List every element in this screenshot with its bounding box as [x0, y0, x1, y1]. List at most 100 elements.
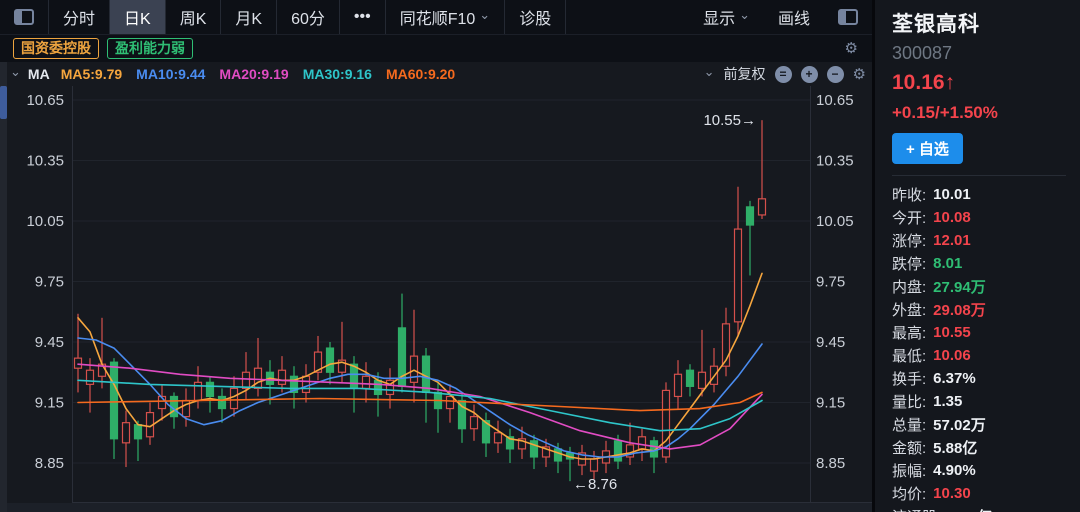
y-axis-label-right: 10.05	[816, 213, 854, 230]
panel-toggle-button[interactable]	[824, 0, 872, 34]
more-periods-button[interactable]: •••	[340, 0, 386, 34]
zoom-out-button[interactable]: −	[827, 66, 844, 83]
candle-body	[219, 396, 226, 408]
candle-body	[327, 348, 334, 372]
current-price: 10.16↑	[892, 71, 1074, 95]
stat-label: 跌停:	[892, 253, 926, 274]
y-axis-label-right: 9.45	[816, 334, 845, 351]
stock-tags: 国资委控股盈利能力弱	[13, 38, 193, 59]
y-axis-label-right: 10.65	[816, 92, 854, 109]
ma-value-ma10: MA10:9.44	[136, 66, 205, 82]
stock-tag[interactable]: 国资委控股	[13, 38, 99, 59]
f10-label: 同花顺F10	[400, 5, 476, 29]
candle-body	[687, 370, 694, 386]
stat-value: 29.08万	[933, 299, 986, 320]
candle-body	[555, 449, 562, 461]
stat-value: 10.01	[933, 186, 971, 203]
draw-line-button[interactable]: 画线	[764, 0, 824, 34]
stat-value: 10.08	[933, 209, 971, 226]
tab-monthly-k[interactable]: 月K	[221, 0, 277, 34]
panel-left-icon	[14, 9, 34, 25]
sidebar-toggle-button[interactable]	[0, 0, 49, 34]
tag-row: 国资委控股盈利能力弱 ⚙	[0, 35, 872, 62]
y-axis-label-left: 10.65	[26, 92, 64, 109]
stat-label: 换手:	[892, 368, 926, 389]
stat-value: 10.55	[933, 324, 971, 341]
ma-values: MA5:9.79MA10:9.44MA20:9.19MA30:9.16MA60:…	[61, 66, 456, 82]
candle-body	[411, 356, 418, 382]
y-axis-label-left: 9.45	[35, 334, 64, 351]
price-change: +0.15/+1.50%	[892, 103, 1074, 123]
ma-value-ma30: MA30:9.16	[303, 66, 372, 82]
stat-value: 4.90%	[933, 462, 976, 479]
tab-weekly-k[interactable]: 周K	[166, 0, 222, 34]
stock-code: 300087	[892, 43, 1074, 64]
stat-row: 量比: 1.35	[892, 390, 1074, 413]
candle-body	[495, 433, 502, 443]
stat-value: 1.35	[933, 393, 962, 410]
candle-body	[699, 372, 706, 388]
candle-body	[303, 376, 310, 392]
candle-body	[87, 370, 94, 384]
tab-60min[interactable]: 60分	[277, 0, 340, 34]
settings-gear-icon[interactable]: ⚙	[845, 41, 858, 56]
stock-tag[interactable]: 盈利能力弱	[107, 38, 193, 59]
kline-chart[interactable]: 10.6510.6510.3510.3510.0510.059.759.759.…	[0, 86, 872, 503]
y-axis-label-left: 10.35	[26, 153, 64, 170]
stat-value: 12.01	[933, 232, 971, 249]
ma-line-ma10	[78, 338, 762, 457]
candle-body	[363, 376, 370, 388]
candle-body	[255, 368, 262, 388]
adjust-mode-button[interactable]: 前复权	[724, 64, 766, 84]
period-tabs: 分时日K周K月K60分	[49, 0, 340, 34]
panel-right-icon	[838, 9, 858, 25]
ma-value-ma60: MA60:9.20	[386, 66, 455, 82]
candle-body	[615, 441, 622, 461]
candle-body	[747, 207, 754, 225]
stat-label: 总量:	[892, 414, 926, 435]
stat-value: 5.88亿	[933, 437, 977, 458]
candle-body	[639, 437, 646, 449]
scrollbar-thumb[interactable]	[0, 86, 7, 119]
candle-body	[111, 362, 118, 439]
zoom-in-button[interactable]: +	[801, 66, 818, 83]
stat-label: 最低:	[892, 345, 926, 366]
stock-name: 荃银高科	[892, 8, 1074, 38]
ma-legend-row: ⌄ MA MA5:9.79MA10:9.44MA20:9.19MA30:9.16…	[0, 62, 872, 86]
ma-value-ma20: MA20:9.19	[219, 66, 288, 82]
candle-body	[243, 372, 250, 388]
stat-row: 均价:10.30	[892, 482, 1074, 505]
stat-value: 10.06	[933, 347, 971, 364]
candle-body	[375, 380, 382, 394]
stat-row: 外盘:29.08万	[892, 298, 1074, 321]
stat-row: 跌停:8.01	[892, 252, 1074, 275]
price-annotation: 10.55→	[703, 112, 756, 129]
stat-row: 今开:10.08	[892, 206, 1074, 229]
stat-row: 昨收:10.01	[892, 183, 1074, 206]
stat-value: 6.37%	[933, 370, 976, 387]
candle-body	[75, 358, 82, 368]
tab-minute[interactable]: 分时	[49, 0, 110, 34]
f10-button[interactable]: 同花顺F10 ⌄	[386, 0, 505, 34]
candle-body	[279, 370, 286, 384]
chevron-down-icon[interactable]: ⌄	[10, 64, 21, 80]
stat-label: 量比:	[892, 391, 926, 412]
candle-body	[135, 425, 142, 439]
stat-label: 涨停:	[892, 230, 926, 251]
stat-value: 8.96亿	[948, 506, 992, 512]
stat-row: 最高: 10.55	[892, 321, 1074, 344]
chart-settings-gear-icon[interactable]: ⚙	[853, 67, 866, 82]
stat-row: 金额:5.88亿	[892, 436, 1074, 459]
y-axis-label-right: 10.35	[816, 153, 854, 170]
panel-divider	[892, 175, 1066, 176]
tab-daily-k[interactable]: 日K	[110, 0, 166, 34]
stat-label: 振幅:	[892, 460, 926, 481]
display-menu-button[interactable]: 显示 ⌄	[689, 0, 764, 34]
stat-rows: 昨收:10.01今开:10.08涨停:12.01跌停:8.01内盘:27.94万…	[892, 183, 1074, 512]
stat-label: 最高:	[892, 322, 926, 343]
indicator-equals-button[interactable]: =	[775, 66, 792, 83]
chevron-down-icon[interactable]: ⌄	[704, 64, 715, 80]
add-watchlist-button[interactable]: + 自选	[892, 133, 963, 164]
diagnose-stock-button[interactable]: 诊股	[505, 0, 566, 34]
left-scrollbar[interactable]	[0, 62, 7, 512]
